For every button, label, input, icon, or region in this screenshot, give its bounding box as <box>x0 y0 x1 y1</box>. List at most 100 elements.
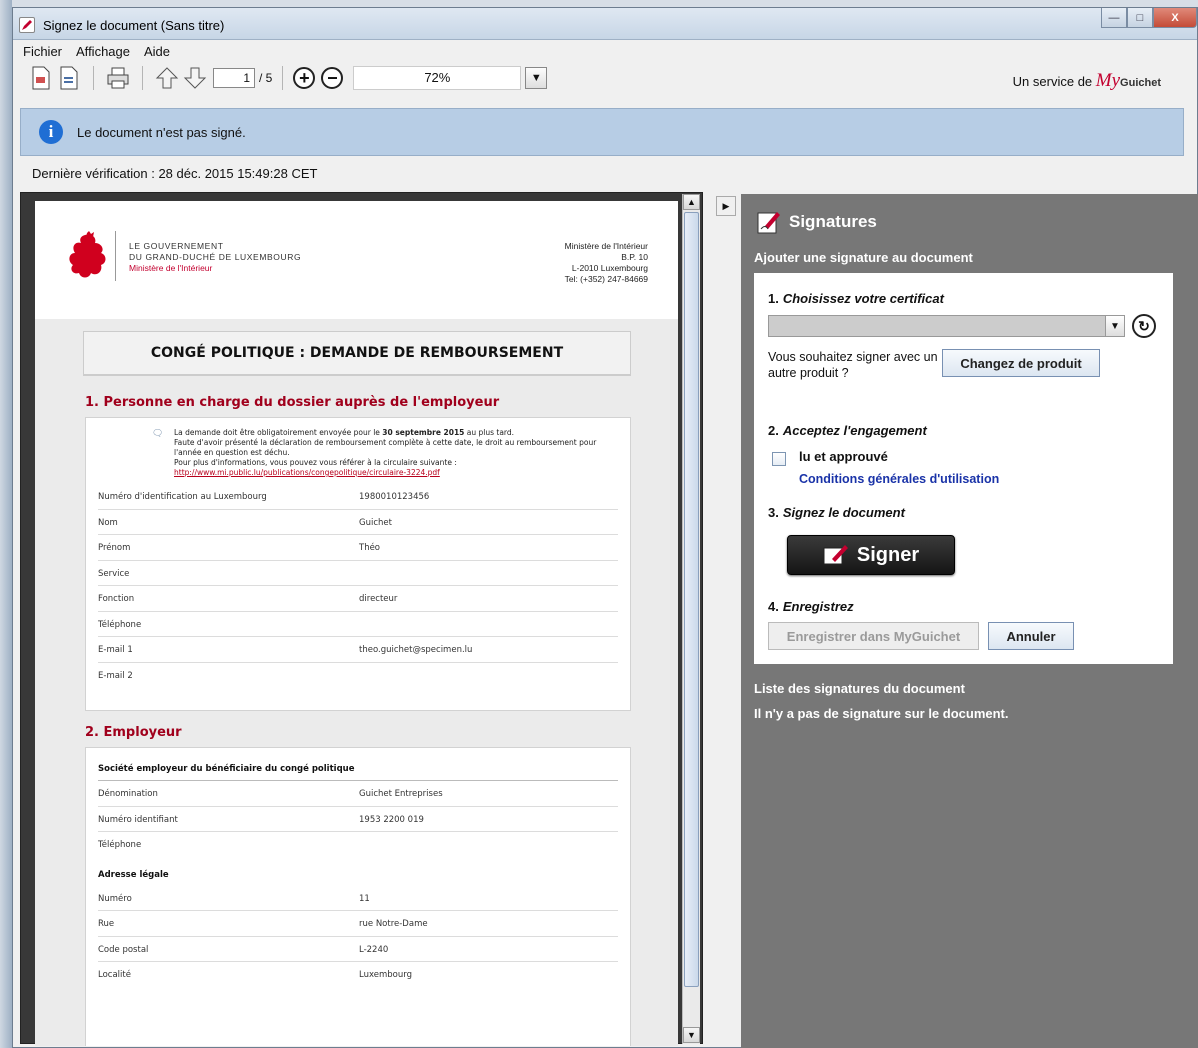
form-row-value: theo.guichet@specimen.lu <box>359 645 473 655</box>
cancel-button[interactable]: Annuler <box>988 622 1074 650</box>
change-product-button[interactable]: Changez de produit <box>942 349 1100 377</box>
accept-checkbox[interactable] <box>772 452 786 466</box>
speech-bubble-icon: 🗨 <box>152 429 164 439</box>
document-page: LE GOUVERNEMENT DU GRAND-DUCHÉ DE LUXEMB… <box>35 201 678 1046</box>
employer-subheading: Société employeur du bénéficiaire du con… <box>98 748 618 781</box>
sign-button[interactable]: Signer <box>787 535 955 575</box>
toolbar-separator <box>93 66 94 90</box>
menu-affichage[interactable]: Affichage <box>76 44 130 59</box>
add-signature-label: Ajouter une signature au document <box>754 250 973 265</box>
desktop-edge <box>0 0 12 1048</box>
arrow-down-icon: ▼ <box>687 1030 696 1040</box>
brand-my: My <box>1095 70 1121 91</box>
notice-text-c: au plus tard. <box>464 428 515 437</box>
form-row-value: 11 <box>359 893 370 904</box>
menu-bar: Fichier Affichage Aide <box>13 40 1197 62</box>
minimize-button[interactable]: — <box>1101 8 1127 28</box>
form-row: Fonction directeur <box>98 586 618 612</box>
form-row: Téléphone <box>98 832 618 858</box>
signature-list-empty: Il n'y a pas de signature sur le documen… <box>754 706 1009 721</box>
scroll-up-button[interactable]: ▲ <box>683 194 700 210</box>
single-page-icon <box>32 66 50 90</box>
section-2-box: Société employeur du bénéficiaire du con… <box>85 747 631 1046</box>
next-page-button[interactable] <box>181 64 209 92</box>
form-row: E-mail 2 <box>98 663 618 689</box>
chevron-down-icon: ▼ <box>1110 320 1120 332</box>
save-to-myguichet-button[interactable]: Enregistrer dans MyGuichet <box>768 622 979 650</box>
circular-link[interactable]: http://www.mi.public.lu/publications/con… <box>174 468 440 477</box>
app-pen-icon <box>19 17 35 33</box>
accept-checkbox-label[interactable]: lu et approuvé <box>799 449 888 464</box>
print-button[interactable] <box>104 64 132 92</box>
form-row-label: E-mail 2 <box>98 670 133 681</box>
ministry-city: L-2010 Luxembourg <box>571 263 648 273</box>
form-row-value: Luxembourg <box>359 970 412 980</box>
other-product-text: Vous souhaitez signer avec un autre prod… <box>768 350 938 380</box>
step-1-number: 1. <box>768 291 779 306</box>
section-1-heading: 1. Personne en charge du dossier auprès … <box>85 395 500 410</box>
notice-line-2: Faute d'avoir présenté la déclaration de… <box>174 438 597 457</box>
previous-page-button[interactable] <box>153 64 181 92</box>
form-row-label: Téléphone <box>98 840 142 850</box>
form-row-label: Service <box>98 568 130 579</box>
form-row-value: 1980010123456 <box>359 492 430 502</box>
notice-deadline: 30 septembre 2015 <box>382 428 465 437</box>
notice-text-3: Pour plus d'informations, vous pouvez vo… <box>174 458 457 467</box>
close-button[interactable]: X <box>1153 8 1197 28</box>
zoom-in-button[interactable]: + <box>293 67 316 89</box>
certificate-dropdown-button[interactable]: ▼ <box>1105 315 1125 337</box>
form-row: Numéro d'identification au Luxembourg 198… <box>98 484 618 510</box>
arrow-up-icon: ▲ <box>687 197 696 207</box>
sign-button-label: Signer <box>856 543 920 566</box>
form-row-label: Numéro d'identification au Luxembourg <box>98 492 267 502</box>
form-row: Rue rue Notre-Dame <box>98 911 618 937</box>
signature-status-bar: i Le document n'est pas signé. <box>20 108 1184 156</box>
ministry-address: Ministère de l'Intérieur B.P. 10 L-2010 … <box>565 241 648 285</box>
desktop-background <box>0 0 1198 7</box>
maximize-button[interactable]: □ <box>1127 8 1153 28</box>
form-row-label: Numéro identifiant <box>98 814 178 825</box>
page-number-input[interactable]: 1 <box>213 68 255 88</box>
status-message: Le document n'est pas signé. <box>77 124 246 140</box>
section-2-heading: 2. Employeur <box>85 725 182 740</box>
form-row-label: Téléphone <box>98 619 142 630</box>
zoom-dropdown-button[interactable]: ▼ <box>525 67 548 89</box>
form-row: Localité Luxembourg <box>98 962 618 988</box>
zoom-out-button[interactable]: − <box>321 67 344 89</box>
chevron-down-icon: ▼ <box>530 72 542 84</box>
notice-line-3: Pour plus d'informations, vous pouvez vo… <box>174 458 618 478</box>
continuous-page-icon <box>60 66 78 90</box>
scroll-thumb[interactable] <box>684 212 699 987</box>
menu-fichier[interactable]: Fichier <box>23 44 62 59</box>
gov-line-2: DU GRAND-DUCHÉ DE LUXEMBOURG <box>129 252 302 262</box>
collapse-panel-button[interactable]: ▶ <box>716 196 736 216</box>
brand-guichet: Guichet <box>1120 77 1161 89</box>
refresh-icon: ↻ <box>1138 317 1150 334</box>
document-body: CONGÉ POLITIQUE : DEMANDE DE REMBOURSEME… <box>35 319 678 1046</box>
signatures-header: Signatures <box>757 210 877 234</box>
zoom-level-field[interactable]: 72% <box>353 66 522 90</box>
form-row-label: Code postal <box>98 944 149 955</box>
arrow-down-icon <box>183 67 207 89</box>
continuous-view-button[interactable] <box>55 64 83 92</box>
gov-line-3: Ministère de l'Intérieur <box>129 263 213 273</box>
signature-wizard: 1. Choisissez votre certificat ▼ ↻ Vous s… <box>754 273 1173 664</box>
step-2-number: 2. <box>768 423 779 438</box>
menu-aide[interactable]: Aide <box>144 44 170 59</box>
form-row: Téléphone <box>98 612 618 637</box>
scroll-down-button[interactable]: ▼ <box>683 1027 700 1043</box>
section-1-box: 🗨 La demande doit être obligatoirement e… <box>85 417 631 711</box>
form-row-value: Théo <box>359 543 381 553</box>
page-total: / 5 <box>259 71 273 85</box>
form-row-label: Prénom <box>98 543 131 553</box>
form-row-value: Guichet Entreprises <box>359 789 443 799</box>
certificate-select[interactable] <box>768 315 1111 337</box>
header-divider <box>115 231 116 281</box>
document-scrollbar[interactable]: ▲ ▼ <box>682 194 700 1044</box>
refresh-certificates-button[interactable]: ↻ <box>1132 314 1156 338</box>
single-page-view-button[interactable] <box>27 64 55 92</box>
form-row-label: E-mail 1 <box>98 645 133 655</box>
document-header: LE GOUVERNEMENT DU GRAND-DUCHÉ DE LUXEMB… <box>35 201 678 319</box>
form-row-value: 1953 2200 019 <box>359 814 424 825</box>
terms-link[interactable]: Conditions générales d'utilisation <box>799 472 999 486</box>
